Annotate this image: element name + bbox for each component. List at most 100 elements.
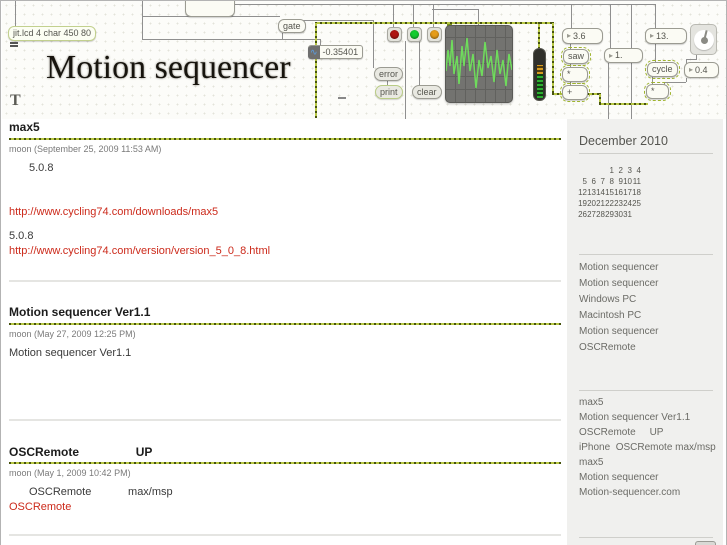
post-divider xyxy=(9,280,561,282)
green-led-button xyxy=(407,27,422,42)
post-link[interactable]: http://www.cycling74.com/downloads/max5 xyxy=(9,206,218,218)
sidebar-divider xyxy=(579,390,713,391)
calendar-day: 26 xyxy=(578,210,587,219)
level-meter xyxy=(533,48,546,101)
saw-object: saw xyxy=(560,47,592,66)
calendar-day: 2 xyxy=(618,166,623,175)
sidebar-link-recent[interactable]: OSCRemote UP xyxy=(579,427,716,442)
calendar-day: 7 xyxy=(600,177,605,186)
category-list: Motion sequencer Motion sequencer Windows … xyxy=(579,262,659,358)
post-link[interactable]: OSCRemote xyxy=(9,501,71,513)
patch-banner: jit.lcd 4 char 450 80 gate ∿ -0.35401 er… xyxy=(2,1,726,119)
calendar-day: 12 xyxy=(578,188,587,197)
patch-wire xyxy=(664,82,686,83)
post-divider xyxy=(9,419,561,421)
print-message-box: print xyxy=(375,85,403,99)
post-divider xyxy=(9,534,561,536)
post-title: OSCRemote UP xyxy=(9,445,153,459)
sidebar-divider xyxy=(579,254,713,255)
post-title: max5 xyxy=(9,120,40,134)
waveform xyxy=(445,37,513,89)
patch-wire xyxy=(610,4,611,49)
patch-wire xyxy=(686,78,687,82)
calendar-day: 31 xyxy=(623,210,632,219)
patch-wire xyxy=(282,33,283,39)
calendar-day xyxy=(596,165,605,176)
outlet-tick xyxy=(10,45,18,47)
post-separator xyxy=(9,138,561,140)
recent-list: max5 Motion sequencer Ver1.1 OSCRemote UP i… xyxy=(579,397,716,502)
calendar-day: 25 xyxy=(632,199,641,208)
patch-wire xyxy=(696,55,697,60)
patch-wire xyxy=(571,4,572,29)
patch-cord xyxy=(538,22,540,49)
outlet-tick xyxy=(10,42,18,44)
calendar-day: 11 xyxy=(632,177,641,186)
sidebar-link-category[interactable]: Motion sequencer xyxy=(579,278,659,294)
sidebar-link-category[interactable]: OSCRemote xyxy=(579,342,659,358)
calendar-day: 6 xyxy=(591,177,596,186)
error-message-box: error xyxy=(374,67,404,81)
post-body-line: Motion sequencer Ver1.1 xyxy=(9,347,132,359)
meter-orange-segments xyxy=(537,65,543,74)
sidebar-submit-button[interactable] xyxy=(695,541,716,545)
calendar-day: 4 xyxy=(636,166,641,175)
calendar-title: December 2010 xyxy=(579,134,668,148)
post-title: Motion sequencer Ver1.1 xyxy=(9,305,151,319)
calendar-day: 3 xyxy=(627,166,632,175)
sidebar-link-recent[interactable]: iPhone OSCRemote max/msp xyxy=(579,442,716,457)
page: jit.lcd 4 char 450 80 gate ∿ -0.35401 er… xyxy=(0,0,727,545)
calendar-day: 29 xyxy=(605,210,614,219)
sidebar-link-category[interactable]: Motion sequencer xyxy=(579,326,659,342)
calendar-day: 13 xyxy=(587,188,596,197)
number-box-04: 0.4 xyxy=(684,62,719,78)
calendar-grid: 1 2 3 4 5 6 7 8 9 10 11 12 13 14 15 16 17 18 19 20 21 22 23 24 2… xyxy=(578,165,641,220)
sidebar-link-category[interactable]: Macintosh PC xyxy=(579,310,659,326)
patch-wire xyxy=(655,43,656,63)
post-meta: moon (May 27, 2009 12:25 PM) xyxy=(9,329,136,339)
calendar-day: 20 xyxy=(587,199,596,208)
calendar-day: 28 xyxy=(596,210,605,219)
multiply-object-2: * xyxy=(644,82,671,101)
sidebar-link-recent[interactable]: Motion sequencer Ver1.1 xyxy=(579,412,716,427)
calendar-day: 23 xyxy=(614,199,623,208)
calendar-day: 19 xyxy=(578,199,587,208)
sidebar-link-recent[interactable]: max5 xyxy=(579,457,716,472)
post-link[interactable]: http://www.cycling74.com/version/version… xyxy=(9,245,270,257)
calendar-day: 14 xyxy=(596,188,605,197)
sidebar-link-recent[interactable]: max5 xyxy=(579,397,716,412)
calendar-day: 30 xyxy=(614,210,623,219)
patch-wire xyxy=(608,63,609,119)
calendar-day: 24 xyxy=(623,199,632,208)
calendar-day: 17 xyxy=(623,188,632,197)
object-box-partial xyxy=(185,1,235,17)
number-box-36: 3.6 xyxy=(562,28,603,44)
dial-hub xyxy=(701,37,708,44)
patch-cord xyxy=(599,103,648,105)
patch-wire xyxy=(405,41,406,119)
signal-number-box: ∿ -0.35401 xyxy=(308,45,364,59)
post-body-line: 5.0.8 xyxy=(9,230,34,242)
red-led-light xyxy=(390,30,399,39)
sidebar-link-recent[interactable]: Motion-sequencer.com xyxy=(579,487,716,502)
calendar-day: 8 xyxy=(609,177,614,186)
calendar-day: 22 xyxy=(605,199,614,208)
orange-led-light xyxy=(430,30,439,39)
dial-ring xyxy=(694,30,714,50)
patch-cord xyxy=(315,22,317,118)
calendar-day: 18 xyxy=(632,188,641,197)
scope-display xyxy=(445,25,513,103)
dial-knob xyxy=(690,24,717,55)
calendar-day: 15 xyxy=(605,188,614,197)
gate-object: gate xyxy=(278,19,306,33)
sidebar-link-category[interactable]: Motion sequencer xyxy=(579,262,659,278)
page-title: Motion sequencer xyxy=(46,49,291,86)
plus-object: + xyxy=(560,83,590,102)
patch-wire xyxy=(303,20,373,21)
number-box-1: 1. xyxy=(604,48,643,63)
sidebar-link-recent[interactable]: Motion sequencer xyxy=(579,472,716,487)
signal-wave-icon: ∿ xyxy=(308,45,320,59)
sidebar-link-category[interactable]: Windows PC xyxy=(579,294,659,310)
number-box-13: 13. xyxy=(645,28,687,44)
red-led-button xyxy=(387,27,402,42)
